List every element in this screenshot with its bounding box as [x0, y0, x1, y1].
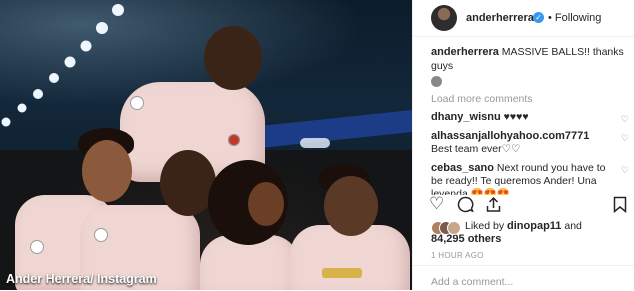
comment-list[interactable]: anderherrera MASSIVE BALLS!! thanks guys… [431, 45, 631, 195]
liker-avatar [447, 221, 461, 235]
follow-status[interactable]: • Following [548, 12, 601, 24]
author-avatar[interactable] [431, 5, 457, 31]
liked-by-prefix: Liked by [465, 220, 505, 232]
add-comment-bar[interactable]: Add a comment... [413, 265, 634, 291]
comment-username[interactable]: alhassanjallohyahoo.com7771 [431, 130, 589, 142]
player-head [204, 26, 262, 90]
player-head [82, 140, 132, 202]
champions-league-badge [30, 240, 44, 254]
author-username[interactable]: anderherrera [466, 12, 534, 24]
post-actions: ♡ [429, 194, 629, 216]
share-icon[interactable] [485, 196, 502, 213]
comment-username[interactable]: dhany_wisnu [431, 111, 501, 123]
follow-status-label: Following [554, 12, 602, 24]
banner-logo [300, 138, 330, 148]
liked-by-user[interactable]: dinopap11 [507, 220, 561, 232]
caption-username[interactable]: anderherrera [431, 46, 499, 58]
comment-like-heart-icon[interactable]: ♡ [621, 132, 629, 145]
player-head [324, 176, 378, 236]
post-header: anderherrera ✓ • Following [413, 0, 634, 37]
comment-text: Best team ever♡♡ [431, 143, 521, 156]
club-crest [228, 134, 240, 146]
comment-text: ♥♥♥♥ [503, 111, 529, 124]
instagram-post-window: Ander Herrera/ Instagram anderherrera ✓ … [0, 0, 634, 290]
post-timestamp[interactable]: 1 HOUR AGO [431, 251, 484, 260]
comment-like-heart-icon[interactable]: ♡ [621, 164, 629, 177]
comment-icon[interactable] [457, 196, 474, 213]
comment-item: alhassanjallohyahoo.com7771 Best team ev… [431, 130, 631, 156]
load-more-comments[interactable]: Load more comments [431, 93, 631, 105]
emoji-icon [431, 76, 442, 88]
comment-like-heart-icon[interactable]: ♡ [621, 113, 629, 126]
verified-badge-icon: ✓ [533, 12, 544, 23]
champions-league-badge [94, 228, 108, 242]
heart-icon[interactable]: ♡ [429, 194, 444, 214]
comment-username[interactable]: cebas_sano [431, 162, 494, 174]
player-head [248, 182, 284, 226]
post-sidebar: anderherrera ✓ • Following anderherrera … [412, 0, 634, 290]
champions-league-badge [130, 96, 144, 110]
liked-by-and: and [564, 220, 582, 232]
add-comment-input[interactable]: Add a comment... [431, 276, 513, 288]
post-photo[interactable]: Ander Herrera/ Instagram [0, 0, 412, 290]
post-caption: anderherrera MASSIVE BALLS!! thanks guys [431, 45, 631, 88]
likes-summary: Liked by dinopap11 and 84,295 others [431, 220, 621, 246]
photo-credit: Ander Herrera/ Instagram [6, 272, 157, 286]
floodlights [1, 4, 124, 127]
shirt-sponsor [322, 268, 362, 278]
liked-by-others[interactable]: 84,295 others [431, 233, 621, 246]
comment-item: cebas_sano Next round you have to be rea… [431, 162, 631, 195]
bookmark-icon[interactable] [613, 196, 627, 213]
comment-item: dhany_wisnu ♥♥♥♥ ♡ [431, 111, 631, 124]
